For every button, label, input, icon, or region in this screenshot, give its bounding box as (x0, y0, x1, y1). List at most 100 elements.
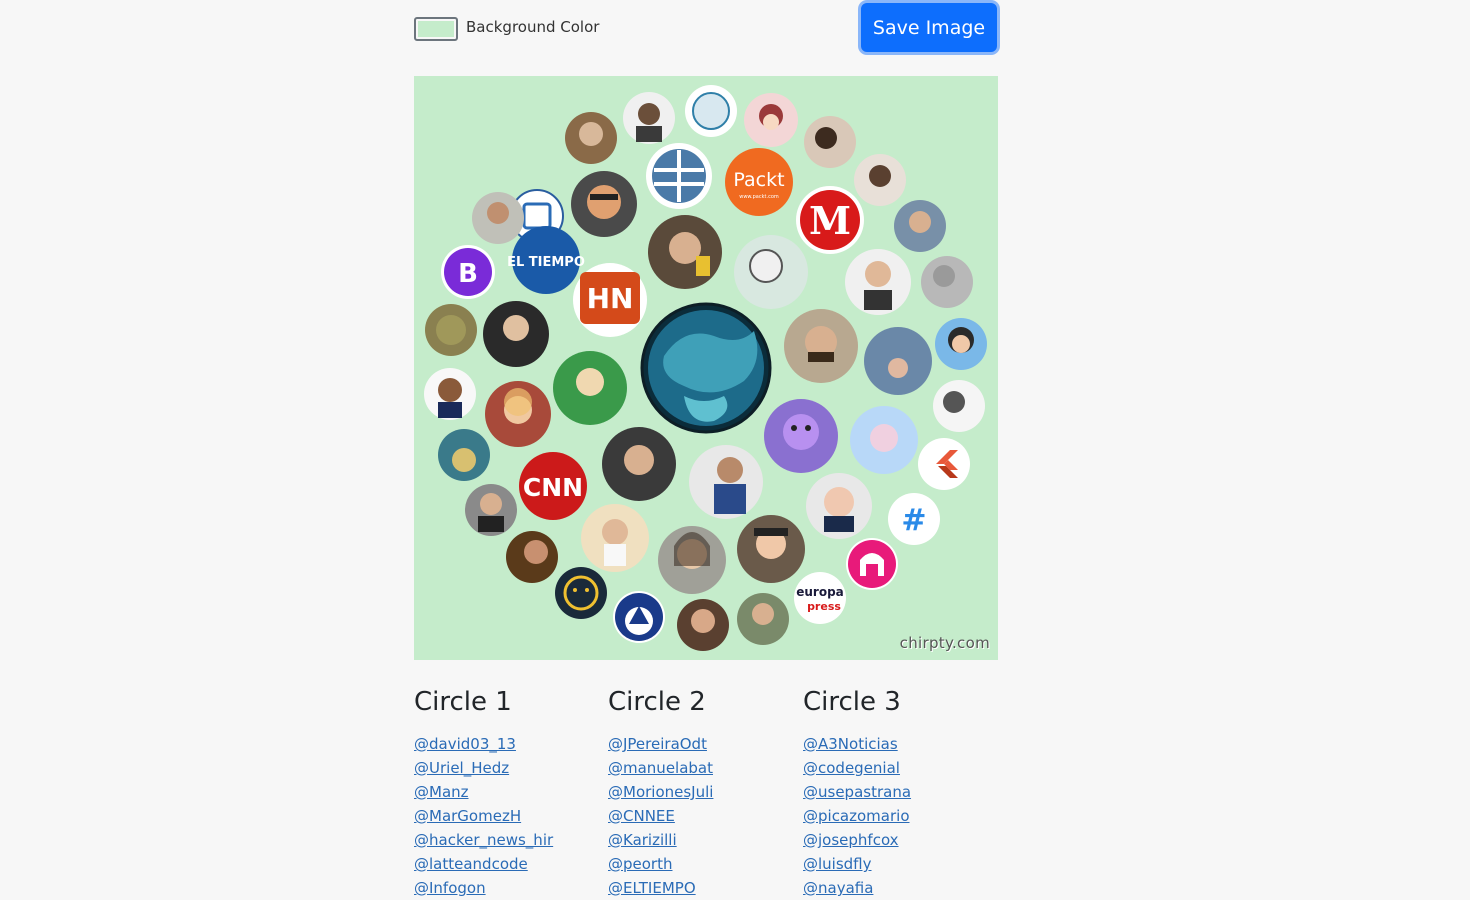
hashtag-logo-avatar[interactable]: # (888, 493, 940, 545)
cnn-logo-avatar[interactable]: CNN (519, 452, 587, 520)
list-item: @picazomario (803, 804, 983, 828)
avatar[interactable] (933, 380, 985, 432)
circle-3-list: @A3Noticias @codegenial @usepastrana @pi… (803, 732, 983, 900)
handle-link[interactable]: @CNNEE (608, 807, 675, 825)
avatar[interactable] (565, 112, 617, 164)
avatar[interactable] (737, 593, 789, 645)
avatar[interactable] (602, 427, 676, 501)
circle-3-title: Circle 3 (803, 687, 901, 717)
avatar[interactable] (485, 381, 551, 447)
handle-link[interactable]: @usepastrana (803, 783, 911, 801)
eltiempo-logo-avatar[interactable]: EL TIEMPO (507, 226, 585, 294)
handle-link[interactable]: @manuelabat (608, 759, 713, 777)
list-item: @Uriel_Hedz (414, 756, 594, 780)
avatar[interactable] (689, 445, 763, 519)
a3noticias-logo-avatar[interactable] (613, 591, 665, 643)
avatar[interactable] (658, 526, 726, 594)
handle-link[interactable]: @Uriel_Hedz (414, 759, 509, 777)
avatar[interactable] (425, 304, 477, 356)
europapress-logo-text-2: press (807, 600, 841, 613)
handle-link[interactable]: @nayafia (803, 879, 873, 897)
milenio-logo-text: M (809, 198, 851, 243)
handle-link[interactable]: @JPereiraOdt (608, 735, 707, 753)
avatar[interactable] (581, 504, 649, 572)
circle-2-list: @JPereiraOdt @manuelabat @MorionesJuli @… (608, 732, 788, 900)
cnn-logo-text: CNN (523, 473, 583, 502)
avatar[interactable] (483, 301, 549, 367)
list-item: @latteandcode (414, 852, 594, 876)
handle-link[interactable]: @MorionesJuli (608, 783, 713, 801)
handle-link[interactable]: @hacker_news_hir (414, 831, 553, 849)
handle-link[interactable]: @luisdfly (803, 855, 872, 873)
handle-link[interactable]: @ELTIEMPO (608, 879, 696, 897)
handle-link[interactable]: @picazomario (803, 807, 910, 825)
avatar[interactable] (935, 318, 987, 370)
milenio-logo-avatar[interactable]: M (796, 186, 864, 254)
handle-link[interactable]: @josephfcox (803, 831, 899, 849)
bootstrap-logo-text: B (458, 259, 478, 289)
avatar[interactable] (571, 171, 637, 237)
list-item: @Manz (414, 780, 594, 804)
list-item: @CNNEE (608, 804, 788, 828)
handle-link[interactable]: @Karizilli (608, 831, 677, 849)
yellow-bot-logo-avatar[interactable] (555, 567, 607, 619)
hn-logo-text: HN (587, 282, 634, 315)
avatar[interactable] (864, 327, 932, 395)
avatar[interactable] (506, 531, 558, 583)
avatar[interactable] (438, 429, 490, 481)
list-item: @Infogon (414, 876, 594, 900)
flutter-logo-avatar[interactable] (918, 438, 970, 490)
avatar[interactable] (850, 406, 918, 474)
list-item: @peorth (608, 852, 788, 876)
avatar[interactable] (737, 515, 805, 583)
avatar[interactable] (646, 143, 712, 209)
list-item: @MorionesJuli (608, 780, 788, 804)
list-item: @MarGomezH (414, 804, 594, 828)
avatar[interactable] (648, 215, 722, 289)
packt-logo-avatar[interactable]: Packt www.packt.com (725, 148, 793, 216)
handle-link[interactable]: @peorth (608, 855, 672, 873)
avatar[interactable] (685, 85, 737, 137)
avatar[interactable] (744, 93, 798, 147)
handle-link[interactable]: @A3Noticias (803, 735, 898, 753)
bootstrap-logo-avatar[interactable]: B (441, 245, 495, 299)
europapress-logo-avatar[interactable]: europa press (794, 572, 846, 624)
avatar[interactable] (623, 92, 675, 144)
avatar[interactable] (677, 599, 729, 651)
list-item: @nayafia (803, 876, 983, 900)
list-item: @luisdfly (803, 852, 983, 876)
list-item: @manuelabat (608, 756, 788, 780)
avatar[interactable] (894, 200, 946, 252)
save-image-button[interactable]: Save Image (861, 3, 997, 52)
handle-link[interactable]: @Manz (414, 783, 469, 801)
avatar[interactable] (921, 256, 973, 308)
handle-link[interactable]: @david03_13 (414, 735, 516, 753)
list-item: @Karizilli (608, 828, 788, 852)
avatar[interactable] (734, 235, 808, 309)
handle-link[interactable]: @MarGomezH (414, 807, 521, 825)
avatar[interactable] (424, 368, 476, 420)
avatar[interactable] (854, 154, 906, 206)
handle-link[interactable]: @Infogon (414, 879, 486, 897)
avatar[interactable] (465, 484, 517, 536)
avatar[interactable] (804, 116, 856, 168)
avatar[interactable] (845, 249, 911, 315)
handle-link[interactable]: @latteandcode (414, 855, 528, 873)
europapress-logo-text-1: europa (796, 585, 844, 599)
circle-3-column: Circle 3 @A3Noticias @codegenial @usepas… (803, 684, 983, 900)
hn-logo-avatar[interactable]: HN (573, 263, 647, 337)
avatar[interactable] (764, 399, 838, 473)
avatar[interactable] (806, 473, 872, 539)
avatar[interactable] (784, 309, 858, 383)
circle-1-title: Circle 1 (414, 687, 512, 717)
pink-logo-avatar[interactable] (846, 538, 898, 590)
list-item: @A3Noticias (803, 732, 983, 756)
circle-2-column: Circle 2 @JPereiraOdt @manuelabat @Morio… (608, 684, 788, 900)
list-item: @usepastrana (803, 780, 983, 804)
avatar[interactable] (553, 351, 627, 425)
circle-2-title: Circle 2 (608, 687, 706, 717)
background-color-picker[interactable] (414, 17, 458, 41)
avatar[interactable] (472, 192, 524, 244)
center-avatar (640, 302, 772, 434)
handle-link[interactable]: @codegenial (803, 759, 900, 777)
